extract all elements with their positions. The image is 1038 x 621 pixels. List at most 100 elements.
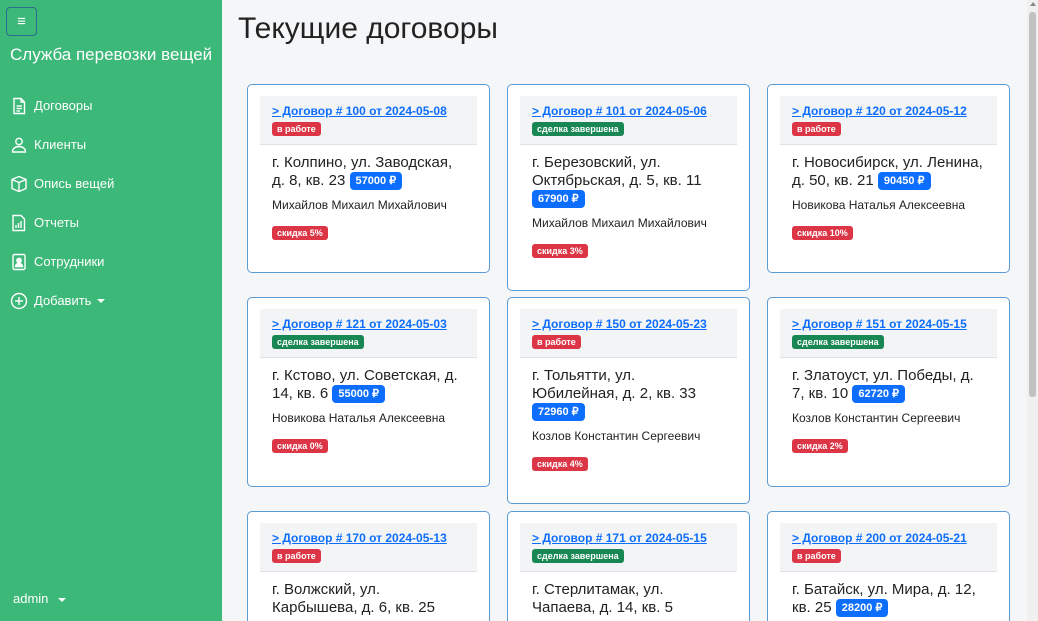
sidebar-item-reports[interactable]: Отчеты (10, 203, 215, 242)
status-badge: в работе (272, 122, 321, 136)
price-badge: 90450 ₽ (877, 172, 931, 190)
status-badge: в работе (792, 549, 841, 563)
vertical-scrollbar[interactable] (1027, 0, 1038, 621)
price-badge: 55000 ₽ (332, 385, 386, 403)
price-badge: 67900 ₽ (532, 190, 585, 208)
contract-card: > Договор # 171 от 2024-05-15 сделка зав… (507, 511, 750, 621)
sidebar-item-clients[interactable]: Клиенты (10, 125, 215, 164)
contract-address: г. Кстово, ул. Советская, д. 14, кв. 6 5… (272, 367, 465, 403)
document-icon (10, 96, 28, 116)
page-title: Текущие договоры (238, 12, 498, 45)
sidebar-item-label: Клиенты (34, 137, 87, 152)
client-name: Новикова Наталья Алексеевна (272, 411, 446, 425)
contract-address: г. Новосибирск, ул. Ленина, д. 50, кв. 2… (792, 154, 985, 190)
chevron-down-icon (58, 597, 67, 602)
sidebar-item-label: Добавить (34, 293, 92, 308)
contract-link[interactable]: > Договор # 171 от 2024-05-15 (532, 531, 725, 545)
scroll-thumb[interactable] (1029, 12, 1036, 397)
status-badge: сделка завершена (792, 335, 884, 349)
contract-card: > Договор # 100 от 2024-05-08 в работе г… (247, 84, 490, 273)
brand-title: Служба перевозки вещей (10, 45, 213, 64)
contract-card-header: > Договор # 100 от 2024-05-08 в работе (260, 96, 477, 145)
contract-address: г. Стерлитамак, ул. Чапаева, д. 14, кв. … (532, 581, 725, 617)
contract-card-body: г. Златоуст, ул. Победы, д. 7, кв. 10 62… (768, 358, 1009, 466)
contract-link[interactable]: > Договор # 200 от 2024-05-21 (792, 531, 985, 545)
contract-address: г. Березовский, ул. Октябрьская, д. 5, к… (532, 154, 725, 208)
contract-card: > Договор # 200 от 2024-05-21 в работе г… (767, 511, 1010, 621)
contract-address: г. Златоуст, ул. Победы, д. 7, кв. 10 62… (792, 367, 985, 403)
main-content: Текущие договоры > Договор # 100 от 2024… (222, 0, 1027, 621)
report-icon (10, 213, 28, 233)
badge-icon (10, 252, 28, 272)
contract-card-body: г. Тольятти, ул. Юбилейная, д. 2, кв. 33… (508, 358, 749, 484)
contract-link[interactable]: > Договор # 101 от 2024-05-06 (532, 104, 725, 118)
sidebar-item-employees[interactable]: Сотрудники (10, 242, 215, 281)
sidebar-item-label: Отчеты (34, 215, 79, 230)
price-badge: 62720 ₽ (852, 385, 906, 403)
contract-address: г. Тольятти, ул. Юбилейная, д. 2, кв. 33… (532, 367, 725, 421)
contract-card-body: г. Волжский, ул. Карбышева, д. 6, кв. 25 (248, 572, 489, 621)
sidebar-item-label: Сотрудники (34, 254, 105, 269)
discount-badge: скидка 3% (532, 244, 588, 258)
status-badge: в работе (792, 122, 841, 136)
contract-card: > Договор # 151 от 2024-05-15 сделка зав… (767, 297, 1010, 487)
sidebar-item-inventory[interactable]: Опись вещей (10, 164, 215, 203)
status-badge: сделка завершена (532, 549, 624, 563)
sidebar-item-label: Опись вещей (34, 176, 115, 191)
status-badge: сделка завершена (532, 122, 624, 136)
contract-link[interactable]: > Договор # 120 от 2024-05-12 (792, 104, 985, 118)
client-name: Козлов Константин Сергеевич (792, 411, 961, 425)
discount-badge: скидка 2% (792, 439, 848, 453)
address-text: г. Березовский, ул. Октябрьская, д. 5, к… (532, 154, 702, 189)
contract-card-header: > Договор # 101 от 2024-05-06 сделка зав… (520, 96, 737, 145)
discount-badge: скидка 10% (792, 226, 853, 240)
client-name: Михайлов Михаил Михайлович (272, 198, 447, 212)
client-name: Михайлов Михаил Михайлович (532, 216, 707, 230)
contract-address: г. Колпино, ул. Заводская, д. 8, кв. 23 … (272, 154, 465, 190)
contract-card-header: > Договор # 150 от 2024-05-23 в работе (520, 309, 737, 358)
contract-card-header: > Договор # 151 от 2024-05-15 сделка зав… (780, 309, 997, 358)
contract-card-body: г. Березовский, ул. Октябрьская, д. 5, к… (508, 145, 749, 271)
user-name: admin (13, 591, 49, 606)
discount-badge: скидка 5% (272, 226, 328, 240)
discount-badge: скидка 0% (272, 439, 328, 453)
contract-link[interactable]: > Договор # 100 от 2024-05-08 (272, 104, 465, 118)
contract-card-body: г. Кстово, ул. Советская, д. 14, кв. 6 5… (248, 358, 489, 466)
price-badge: 57000 ₽ (349, 172, 403, 190)
contract-card-body: г. Батайск, ул. Мира, д. 12, кв. 25 2820… (768, 572, 1009, 621)
sidebar-item-label: Договоры (34, 98, 93, 113)
scroll-up-arrow-icon[interactable] (1030, 2, 1036, 6)
sidebar-toggle-button[interactable]: ≡ (6, 7, 37, 36)
contract-card-header: > Договор # 121 от 2024-05-03 сделка зав… (260, 309, 477, 358)
address-text: г. Стерлитамак, ул. Чапаева, д. 14, кв. … (532, 581, 673, 616)
hamburger-icon: ≡ (17, 13, 26, 30)
contract-link[interactable]: > Договор # 150 от 2024-05-23 (532, 317, 725, 331)
contract-address: г. Волжский, ул. Карбышева, д. 6, кв. 25 (272, 581, 465, 617)
contract-card-header: > Договор # 170 от 2024-05-13 в работе (260, 523, 477, 572)
client-name: Козлов Константин Сергеевич (532, 429, 701, 443)
chevron-down-icon (97, 298, 106, 303)
person-icon (10, 135, 28, 155)
sidebar: ≡ Служба перевозки вещей Договоры Клиент… (0, 0, 222, 621)
status-badge: в работе (532, 335, 581, 349)
contract-link[interactable]: > Договор # 151 от 2024-05-15 (792, 317, 985, 331)
contract-card: > Договор # 150 от 2024-05-23 в работе г… (507, 297, 750, 504)
user-menu[interactable]: admin (13, 591, 67, 606)
contract-card-body: г. Стерлитамак, ул. Чапаева, д. 14, кв. … (508, 572, 749, 621)
status-badge: сделка завершена (272, 335, 364, 349)
contract-card-body: г. Колпино, ул. Заводская, д. 8, кв. 23 … (248, 145, 489, 253)
contract-link[interactable]: > Договор # 121 от 2024-05-03 (272, 317, 465, 331)
contract-link[interactable]: > Договор # 170 от 2024-05-13 (272, 531, 465, 545)
sidebar-nav: Договоры Клиенты Опись вещей Отчеты Сотр… (10, 86, 215, 320)
contract-card-header: > Договор # 171 от 2024-05-15 сделка зав… (520, 523, 737, 572)
contract-card-header: > Договор # 200 от 2024-05-21 в работе (780, 523, 997, 572)
price-badge: 28200 ₽ (835, 599, 889, 617)
sidebar-item-add[interactable]: Добавить (10, 281, 215, 320)
plus-circle-icon (10, 291, 28, 311)
status-badge: в работе (272, 549, 321, 563)
client-name: Новикова Наталья Алексеевна (792, 198, 966, 212)
contract-card-header: > Договор # 120 от 2024-05-12 в работе (780, 96, 997, 145)
contract-card: > Договор # 101 от 2024-05-06 сделка зав… (507, 84, 750, 291)
sidebar-item-contracts[interactable]: Договоры (10, 86, 215, 125)
contract-card: > Договор # 121 от 2024-05-03 сделка зав… (247, 297, 490, 487)
